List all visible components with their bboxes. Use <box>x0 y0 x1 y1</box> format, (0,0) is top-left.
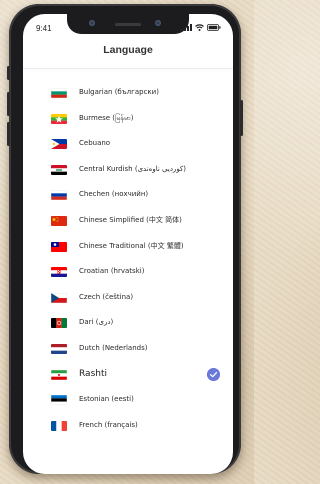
front-camera-icon <box>155 20 161 26</box>
language-item-chinese-traditional[interactable]: Chinese Traditional (中文 繁體) <box>23 234 233 260</box>
france-flag-icon <box>51 420 67 431</box>
language-item-czech[interactable]: Czech (čeština) <box>23 285 233 311</box>
language-label: Dari (دری) <box>79 318 114 327</box>
check-icon <box>207 367 220 381</box>
language-item-dutch[interactable]: Dutch (Nederlands) <box>23 336 233 362</box>
notch <box>67 14 189 34</box>
language-item-estonian[interactable]: Estonian (eesti) <box>23 387 233 413</box>
page-title: Language <box>103 44 153 56</box>
signal-icon <box>181 24 192 31</box>
phone-frame: 9:41 Language Bulgarian (български) Burm… <box>7 4 243 474</box>
language-label: Chinese Simplified (中文 简体) <box>79 215 182 224</box>
iraq-flag-icon <box>51 164 67 175</box>
afghanistan-flag-icon <box>51 318 67 329</box>
power-button <box>240 100 243 136</box>
language-label: Bulgarian (български) <box>79 88 159 96</box>
estonia-flag-icon <box>51 395 67 406</box>
language-item-central-kurdish[interactable]: Central Kurdish (کوردیی ناوەندی) <box>23 157 233 183</box>
language-label: Burmese (မြန်မာ) <box>79 113 134 122</box>
language-item-dari[interactable]: Dari (دری) <box>23 310 233 336</box>
bulgaria-flag-icon <box>51 88 67 98</box>
taiwan-flag-icon <box>51 241 67 252</box>
language-label: Dutch (Nederlands) <box>79 343 148 352</box>
russia-flag-icon <box>51 190 67 201</box>
croatia-flag-icon <box>51 267 67 278</box>
language-item-croatian[interactable]: Croatian (hrvatski) <box>23 259 233 285</box>
battery-icon <box>207 24 221 31</box>
language-item-cebuano[interactable]: Cebuano <box>23 131 233 157</box>
language-label: Croatian (hrvatski) <box>79 267 145 276</box>
language-label: Central Kurdish (کوردیی ناوەندی) <box>79 164 186 173</box>
language-item-french[interactable]: French (français) <box>23 413 233 439</box>
netherlands-flag-icon <box>51 343 67 354</box>
language-label: Rashti <box>79 368 107 379</box>
language-label: Chinese Traditional (中文 繁體) <box>79 241 184 250</box>
sensor-dot-icon <box>89 20 95 26</box>
language-label: Chechen (нохчийн) <box>79 190 149 199</box>
language-item-chinese-simplified[interactable]: Chinese Simplified (中文 简体) <box>23 208 233 234</box>
language-label: Cebuano <box>79 139 111 148</box>
status-time: 9:41 <box>36 24 52 33</box>
language-label: French (français) <box>79 420 138 429</box>
myanmar-flag-icon <box>51 113 67 124</box>
china-flag-icon <box>51 215 67 226</box>
volume-up-button <box>7 92 10 116</box>
status-bar: 9:41 <box>23 14 233 40</box>
language-label: Estonian (eesti) <box>79 395 134 404</box>
czech-flag-icon <box>51 292 67 303</box>
language-item-bulgarian[interactable]: Bulgarian (български) <box>23 80 233 106</box>
speaker-grille <box>115 23 141 26</box>
screen: 9:41 Language Bulgarian (български) Burm… <box>23 14 233 474</box>
system-icons <box>181 24 221 31</box>
header-divider <box>23 68 233 69</box>
volume-down-button <box>7 122 10 146</box>
language-item-chechen[interactable]: Chechen (нохчийн) <box>23 182 233 208</box>
iran-flag-icon <box>51 369 67 380</box>
philippines-flag-icon <box>51 139 67 150</box>
wifi-icon <box>195 24 204 31</box>
action-button <box>7 66 10 80</box>
language-item-burmese[interactable]: Burmese (မြန်မာ) <box>23 106 233 132</box>
language-label: Czech (čeština) <box>79 292 134 301</box>
language-list: Bulgarian (български) Burmese (မြန်မာ) C… <box>23 80 233 438</box>
language-item-rashti[interactable]: Rashti <box>23 362 233 388</box>
